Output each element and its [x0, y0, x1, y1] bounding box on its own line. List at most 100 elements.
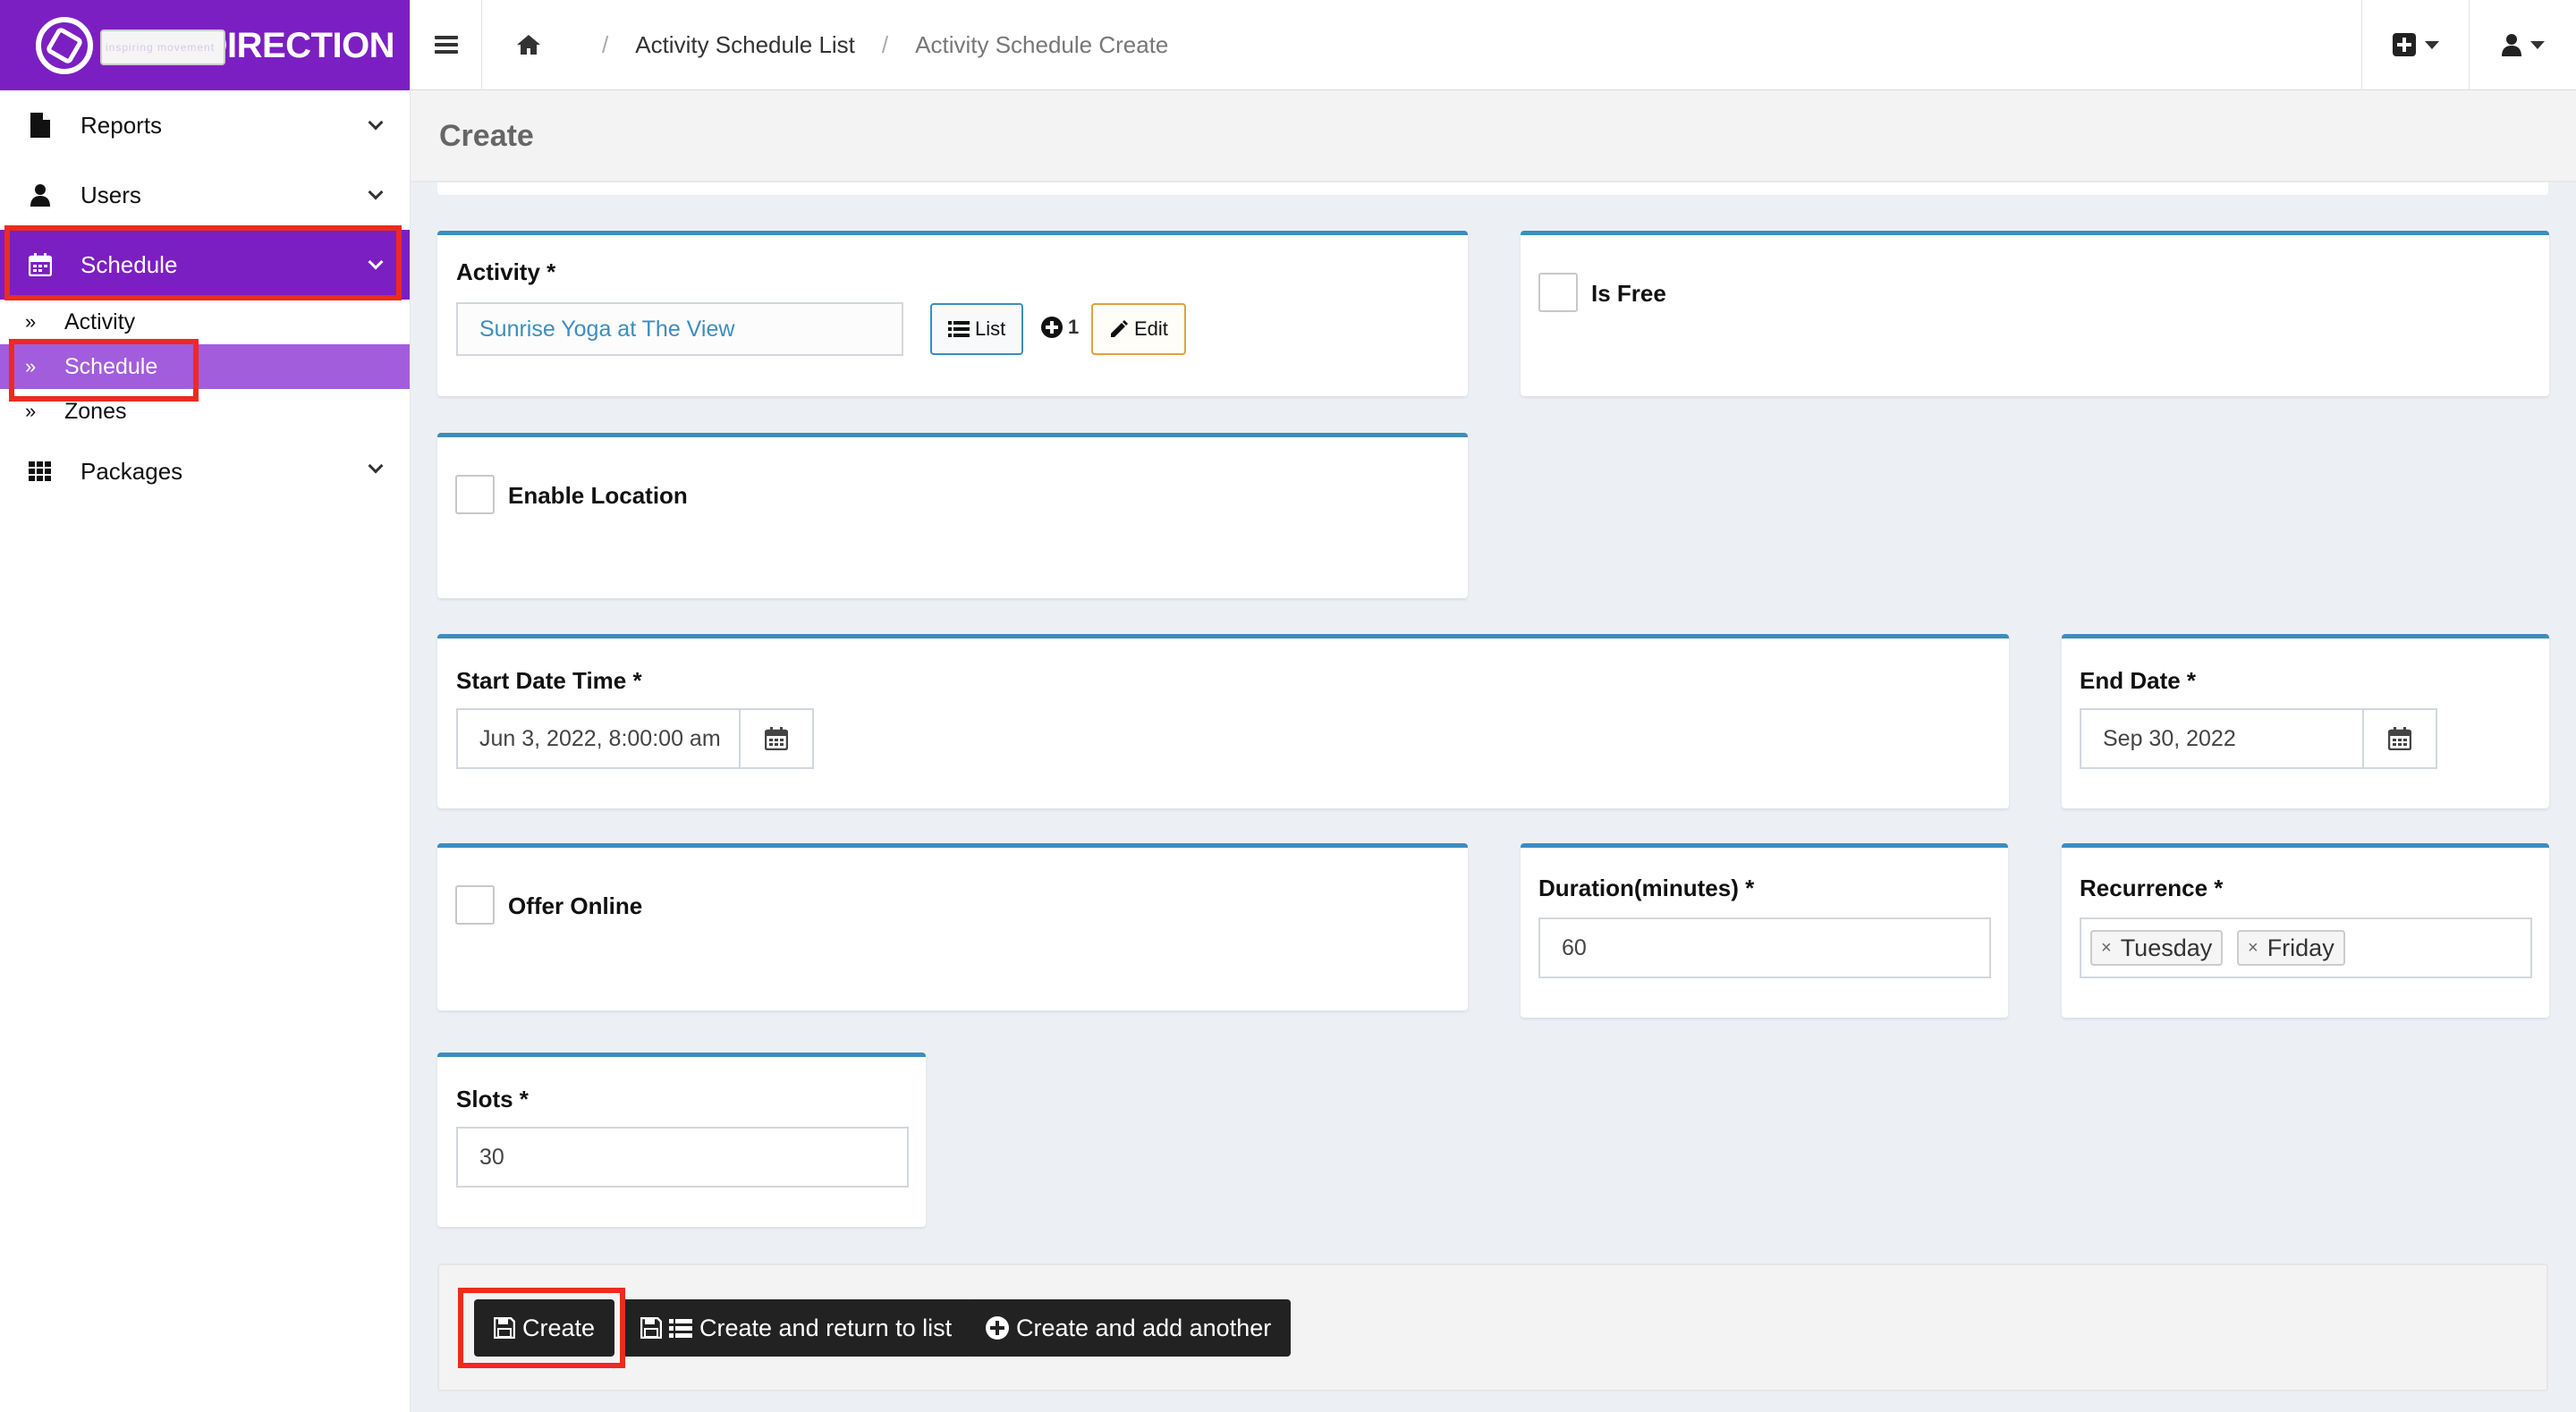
- start-date-picker-button[interactable]: [741, 708, 814, 769]
- breadcrumb: / Activity Schedule List / Activity Sche…: [482, 0, 1168, 90]
- enable-location-panel: Enable Location: [437, 433, 1468, 598]
- user-icon: [2501, 34, 2521, 56]
- duration-label: Duration(minutes) *: [1538, 875, 1755, 901]
- sidebar-item-label: Schedule: [80, 250, 178, 278]
- double-chevron-right-icon: »: [25, 310, 37, 333]
- tag-label: Friday: [2267, 934, 2334, 961]
- breadcrumb-separator: /: [602, 30, 609, 58]
- create-return-button[interactable]: Create and return to list: [621, 1299, 972, 1357]
- remove-tag-icon[interactable]: ×: [2248, 938, 2258, 959]
- is-free-label: Is Free: [1591, 280, 1666, 307]
- double-chevron-right-icon: »: [25, 355, 37, 377]
- chevron-down-icon: [368, 458, 384, 474]
- subnav-item-zones[interactable]: » Zones: [0, 389, 410, 434]
- offer-online-panel: Offer Online: [437, 843, 1468, 1010]
- file-icon: [25, 112, 55, 139]
- activity-select[interactable]: Sunrise Yoga at The View: [456, 302, 903, 356]
- user-menu-dropdown[interactable]: [2469, 0, 2576, 90]
- hamburger-icon: [434, 36, 458, 54]
- sidebar-item-packages[interactable]: Packages: [0, 434, 410, 509]
- end-date-panel: End Date * Sep 30, 2022: [2062, 634, 2549, 808]
- save-icon: [494, 1317, 515, 1339]
- grid-icon: [25, 458, 55, 485]
- end-date-picker-button[interactable]: [2364, 708, 2437, 769]
- save-icon: [640, 1317, 662, 1339]
- home-icon[interactable]: [516, 34, 541, 55]
- list-button-label: List: [975, 317, 1006, 340]
- tag-label: Tuesday: [2120, 934, 2213, 961]
- offer-online-checkbox[interactable]: [455, 885, 495, 925]
- recurrence-panel: Recurrence * × Tuesday × Friday: [2062, 843, 2549, 1018]
- subnav-item-label: Zones: [64, 398, 127, 424]
- pencil-icon: [1111, 320, 1128, 337]
- sidebar: COREDIRECTION inspiring movement Reports…: [0, 0, 411, 1412]
- sidebar-item-label: Reports: [80, 111, 163, 139]
- recurrence-label: Recurrence *: [2080, 875, 2224, 901]
- activity-edit-button[interactable]: Edit: [1091, 303, 1186, 355]
- subnav-item-schedule[interactable]: » Schedule: [0, 344, 410, 389]
- plus-square-icon: [2392, 33, 2416, 56]
- recurrence-multiselect[interactable]: × Tuesday × Friday: [2080, 917, 2532, 978]
- brand-tagline: inspiring movement: [100, 29, 226, 65]
- duration-input[interactable]: 60: [1538, 917, 1991, 978]
- brand-logo[interactable]: COREDIRECTION inspiring movement: [0, 0, 410, 90]
- breadcrumb-link-list[interactable]: Activity Schedule List: [635, 31, 855, 59]
- sidebar-nav-lower: Packages: [0, 434, 410, 509]
- end-date-input[interactable]: Sep 30, 2022: [2080, 708, 2364, 769]
- is-free-panel: Is Free: [1521, 231, 2549, 396]
- edit-button-label: Edit: [1134, 317, 1168, 340]
- create-button-label: Create: [522, 1314, 596, 1341]
- slots-label: Slots *: [456, 1086, 529, 1112]
- count-value: 1: [1068, 316, 1080, 338]
- sidebar-item-label: Users: [80, 181, 141, 208]
- double-chevron-right-icon: »: [25, 400, 37, 422]
- calendar-icon: [2388, 727, 2411, 750]
- activity-label: Activity *: [456, 258, 556, 285]
- activity-add-count[interactable]: 1: [1041, 316, 1079, 339]
- panel-edge: [437, 182, 2548, 195]
- list-icon: [669, 1319, 692, 1338]
- chevron-down-icon: [368, 114, 384, 131]
- schedule-subnav: » Activity » Schedule » Zones: [0, 300, 410, 434]
- sidebar-nav: Reports Users Schedule: [0, 90, 410, 300]
- subnav-item-label: Schedule: [64, 353, 158, 379]
- create-add-another-button[interactable]: Create and add another: [966, 1299, 1292, 1357]
- duration-panel: Duration(minutes) * 60: [1521, 843, 2008, 1018]
- subnav-item-label: Activity: [64, 309, 136, 334]
- sidebar-item-schedule[interactable]: Schedule: [0, 230, 410, 300]
- create-button[interactable]: Create: [474, 1299, 615, 1357]
- plus-circle-icon: [986, 1316, 1009, 1340]
- recurrence-tag-tuesday: × Tuesday: [2090, 930, 2224, 966]
- subnav-item-activity[interactable]: » Activity: [0, 300, 410, 344]
- start-date-time-panel: Start Date Time * Jun 3, 2022, 8:00:00 a…: [437, 634, 2009, 808]
- enable-location-label: Enable Location: [508, 482, 688, 509]
- caret-down-icon: [2529, 40, 2545, 49]
- chevron-down-icon: [368, 254, 384, 270]
- is-free-checkbox[interactable]: [1538, 273, 1578, 312]
- start-date-time-label: Start Date Time *: [456, 667, 642, 694]
- create-add-another-button-label: Create and add another: [1016, 1314, 1272, 1341]
- slots-panel: Slots * 30: [437, 1053, 926, 1227]
- slots-input[interactable]: 30: [456, 1127, 909, 1188]
- breadcrumb-current: Activity Schedule Create: [915, 30, 1169, 58]
- end-date-label: End Date *: [2080, 667, 2197, 694]
- offer-online-label: Offer Online: [508, 892, 643, 919]
- chevron-down-icon: [368, 184, 384, 200]
- page-header: Create: [411, 90, 2576, 182]
- activity-panel: Activity * Sunrise Yoga at The View List…: [437, 231, 1468, 396]
- remove-tag-icon[interactable]: ×: [2101, 938, 2112, 959]
- top-navbar: / Activity Schedule List / Activity Sche…: [411, 0, 2576, 90]
- caret-down-icon: [2424, 40, 2439, 49]
- start-date-time-input[interactable]: Jun 3, 2022, 8:00:00 am: [456, 708, 741, 769]
- sidebar-toggle-button[interactable]: [411, 0, 482, 90]
- calendar-icon: [765, 727, 788, 750]
- activity-list-button[interactable]: List: [930, 303, 1024, 355]
- calendar-icon: [25, 251, 55, 278]
- recurrence-tag-friday: × Friday: [2237, 930, 2345, 966]
- create-return-button-label: Create and return to list: [699, 1314, 953, 1341]
- enable-location-checkbox[interactable]: [455, 475, 495, 514]
- add-new-dropdown[interactable]: [2361, 0, 2469, 90]
- sidebar-item-reports[interactable]: Reports: [0, 90, 410, 160]
- sidebar-item-users[interactable]: Users: [0, 160, 410, 230]
- page-title: Create: [439, 119, 534, 153]
